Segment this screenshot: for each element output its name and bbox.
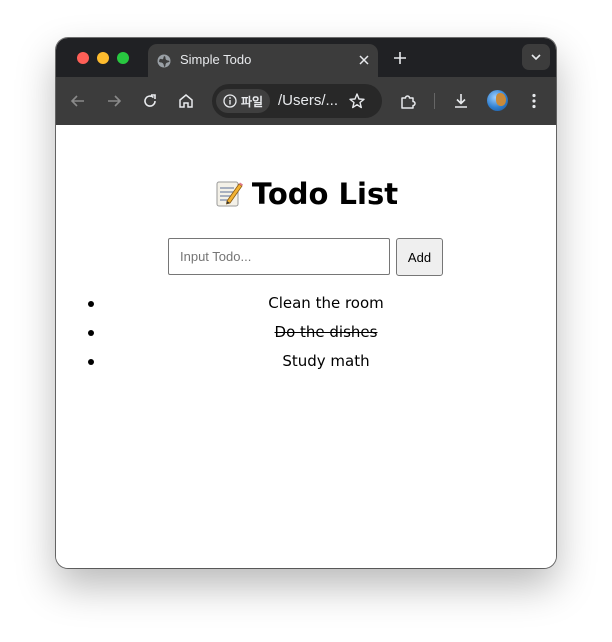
todo-input[interactable] (168, 238, 390, 275)
bookmark-star-icon[interactable] (348, 92, 366, 110)
todo-text: Do the dishes (274, 323, 378, 341)
window-close-button[interactable] (77, 52, 89, 64)
close-icon[interactable] (358, 54, 370, 66)
browser-tab[interactable]: Simple Todo (148, 44, 378, 77)
page-title: Todo List (251, 177, 399, 211)
profile-avatar[interactable] (487, 90, 508, 111)
todo-text: Study math (282, 352, 370, 370)
todo-item[interactable]: Do the dishes (56, 318, 556, 347)
download-icon[interactable] (452, 92, 470, 110)
add-button[interactable]: Add (396, 238, 443, 276)
window-maximize-button[interactable] (117, 52, 129, 64)
site-info-label: 파일 (241, 95, 264, 109)
todo-item[interactable]: Study math (56, 347, 556, 376)
browser-titlebar: Simple Todo (56, 38, 556, 77)
window-minimize-button[interactable] (97, 52, 109, 64)
page-content: Todo List Add Clean the room Do the dish… (56, 125, 556, 568)
forward-arrow-icon[interactable] (105, 92, 123, 110)
todo-item[interactable]: Clean the room (56, 289, 556, 318)
tab-search-button[interactable] (522, 44, 550, 70)
reload-icon[interactable] (141, 92, 159, 110)
browser-window: Simple Todo 파일 /Users/... Todo List Inpu… (56, 38, 556, 568)
new-tab-button[interactable] (393, 51, 407, 65)
tab-title: Simple Todo (180, 52, 252, 67)
info-icon (223, 94, 237, 108)
page-heading: Todo List (56, 177, 556, 211)
chevron-down-icon (531, 54, 541, 61)
browser-toolbar: 파일 /Users/... (56, 77, 556, 125)
toolbar-separator (434, 93, 435, 109)
more-menu-icon[interactable] (525, 92, 543, 110)
site-info-chip[interactable]: 파일 (216, 89, 270, 113)
extensions-icon[interactable] (399, 92, 417, 110)
back-arrow-icon[interactable] (69, 92, 87, 110)
url-text[interactable]: /Users/... (278, 92, 338, 109)
memo-icon (216, 181, 243, 207)
globe-icon (157, 54, 171, 68)
home-icon[interactable] (177, 92, 195, 110)
todo-list: Clean the room Do the dishes Study math (56, 289, 556, 376)
todo-text: Clean the room (268, 294, 384, 312)
